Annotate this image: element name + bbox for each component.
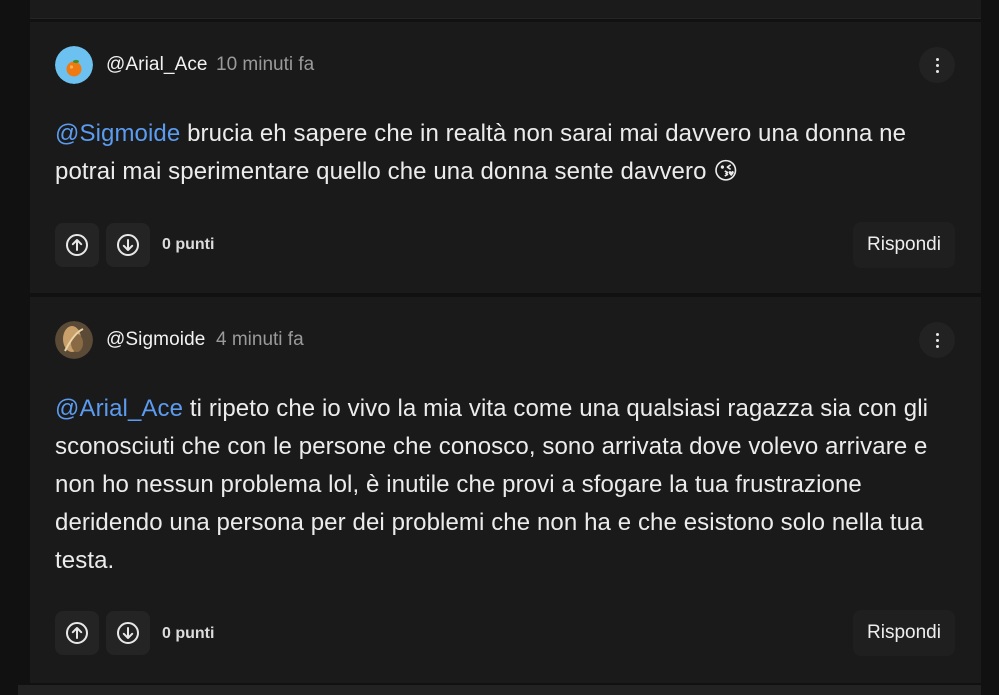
comment-card: @Arial_Ace 10 minuti fa @Sigmoide brucia… [30, 22, 981, 293]
mention-link[interactable]: @Sigmoide [55, 120, 180, 147]
arrow-down-circle-icon [117, 234, 139, 256]
downvote-button[interactable] [106, 223, 150, 267]
timestamp: 10 minuti fa [216, 54, 315, 75]
downvote-button[interactable] [106, 611, 150, 655]
arrow-up-circle-icon [66, 234, 88, 256]
timestamp: 4 minuti fa [216, 329, 304, 350]
painting-avatar-icon [55, 321, 93, 359]
upvote-button[interactable] [55, 611, 99, 655]
avatar[interactable] [55, 46, 93, 84]
arrow-up-circle-icon [66, 622, 88, 644]
orange-fruit-avatar-icon [55, 46, 93, 84]
previous-comment-edge [30, 0, 981, 19]
more-vertical-icon [935, 57, 939, 73]
avatar[interactable] [55, 321, 93, 359]
username[interactable]: @Sigmoide [106, 329, 205, 351]
comment-text: @Arial_Ace ti ripeto che io vivo la mia … [55, 390, 960, 580]
points-count: 0 punti [162, 625, 215, 642]
more-vertical-icon [935, 332, 939, 348]
comment-text: @Sigmoide brucia eh sapere che in realtà… [55, 115, 960, 191]
comment-body: brucia eh sapere che in realtà non sarai… [55, 120, 907, 185]
upvote-button[interactable] [55, 223, 99, 267]
more-options-button[interactable] [919, 47, 955, 83]
mention-link[interactable]: @Arial_Ace [55, 395, 183, 422]
arrow-down-circle-icon [117, 622, 139, 644]
username[interactable]: @Arial_Ace [106, 54, 208, 76]
comment-card: @Sigmoide 4 minuti fa @Arial_Ace ti ripe… [30, 297, 981, 683]
reply-button[interactable]: Rispondi [853, 610, 955, 656]
points-count: 0 punti [162, 236, 215, 253]
comment-body: ti ripeto che io vivo la mia vita come u… [55, 395, 929, 574]
more-options-button[interactable] [919, 322, 955, 358]
next-comment-edge [18, 685, 981, 695]
reply-button[interactable]: Rispondi [853, 222, 955, 268]
